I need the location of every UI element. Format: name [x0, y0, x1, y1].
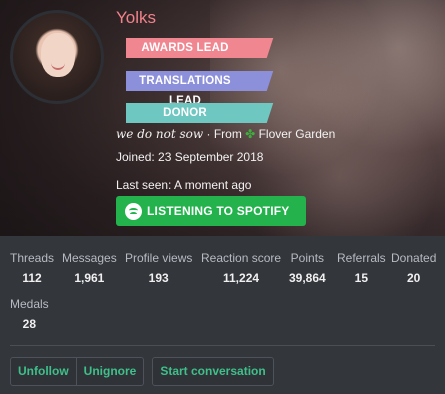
- stat-value: 11,224: [223, 271, 260, 285]
- stat-threads[interactable]: Threads 112: [10, 251, 54, 285]
- badge-label: TRANSLATIONS LEAD: [126, 71, 244, 107]
- username[interactable]: Yolks: [116, 8, 156, 28]
- location-link[interactable]: Flover Garden: [259, 127, 336, 141]
- start-conversation-button[interactable]: Start conversation: [152, 357, 274, 386]
- profile-tagline: we do not sow · From ✤ Flover Garden: [116, 127, 335, 141]
- badge-ribbon-tail: [232, 71, 274, 91]
- stat-profile-views: Profile views 193: [125, 251, 192, 285]
- stat-label: Referrals: [337, 251, 386, 265]
- stat-referrals[interactable]: Referrals 15: [337, 251, 386, 285]
- stat-value: 20: [407, 271, 421, 285]
- spotify-label: LISTENING TO SPOTIFY: [147, 204, 290, 218]
- spotify-listening-button[interactable]: LISTENING TO SPOTIFY: [116, 196, 306, 226]
- stat-label: Donated: [391, 251, 437, 265]
- stat-value: 28: [22, 317, 37, 331]
- avatar[interactable]: [10, 10, 104, 104]
- last-seen: Last seen: A moment ago: [116, 178, 252, 192]
- stat-label: Profile views: [125, 251, 193, 265]
- unignore-button[interactable]: Unignore: [76, 357, 145, 386]
- from-prefix: · From: [206, 127, 242, 141]
- spotify-icon: [125, 202, 142, 220]
- stat-label: Reaction score: [201, 251, 282, 265]
- unfollow-button[interactable]: Unfollow: [10, 357, 77, 386]
- avatar-face: [41, 33, 75, 77]
- stat-label: Points: [290, 251, 325, 265]
- stat-label: Medals: [10, 297, 49, 311]
- stat-value: 112: [22, 271, 42, 285]
- custom-title: we do not sow: [116, 127, 204, 141]
- four-leaf-clover-icon: ✤: [245, 127, 256, 141]
- stat-medals[interactable]: Medals 28: [10, 297, 49, 331]
- stat-value: 1,961: [74, 271, 105, 285]
- stat-donated[interactable]: Donated 20: [391, 251, 436, 285]
- badge-label: DONOR: [126, 103, 244, 123]
- stat-reaction-score[interactable]: Reaction score 11,224: [201, 251, 281, 285]
- stat-label: Threads: [10, 251, 55, 265]
- stat-value: 193: [148, 271, 169, 285]
- stat-value: 39,864: [289, 271, 326, 285]
- stat-messages[interactable]: Messages 1,961: [62, 251, 117, 285]
- joined-date: Joined: 23 September 2018: [116, 150, 264, 164]
- badge-label: AWARDS LEAD: [126, 38, 244, 58]
- badge-ribbon-tail: [232, 38, 274, 58]
- divider: [10, 345, 435, 346]
- stat-points[interactable]: Points 39,864: [289, 251, 326, 285]
- stat-label: Messages: [62, 251, 117, 265]
- stat-value: 15: [354, 271, 369, 285]
- profile-actions: Unfollow Unignore Start conversation: [10, 357, 274, 386]
- badge-ribbon-tail: [232, 103, 274, 123]
